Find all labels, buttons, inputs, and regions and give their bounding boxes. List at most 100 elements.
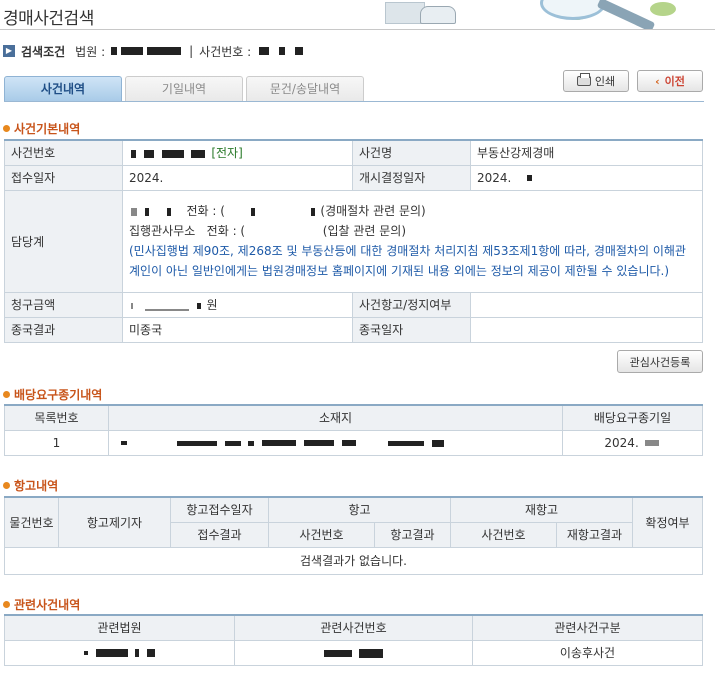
magnifier-icon	[540, 0, 606, 20]
redacted-court	[147, 649, 156, 657]
column-header: 확정여부	[632, 496, 703, 548]
tab-documents[interactable]: 문건/송달내역	[246, 76, 364, 101]
search-condition: ▶ 검색조건 법원 : | 사건번호 :	[3, 42, 305, 60]
manager-line2: 집행관사무소 전화 : ( (입찰 관련 문의)	[129, 221, 696, 241]
column-header: 배당요구종기일	[562, 404, 703, 431]
redacted-address	[304, 440, 335, 446]
manager-info: 전화 : ( (경매절차 관련 문의) 집행관사무소 전화 : ( (입찰 관련…	[122, 189, 703, 293]
redacted-manager	[166, 207, 171, 216]
receipt-date-value: 2024.	[122, 164, 353, 191]
column-header: 관련사건번호	[234, 614, 473, 641]
redacted-amount	[196, 302, 201, 309]
tab-underline	[4, 101, 704, 102]
search-condition-label: 검색조건	[21, 44, 66, 59]
section-title-text: 배당요구종기내역	[14, 388, 103, 402]
appeal-table: 물건번호 항고제기자 항고접수일자 항고 재항고 확정여부 접수결과 사건번호 …	[4, 496, 703, 575]
claim-header: 청구금액	[4, 291, 123, 318]
bailiff-phone-label: 집행관사무소 전화 : (	[129, 224, 246, 238]
appeal-stop-header: 사건항고/정지여부	[352, 291, 471, 318]
manager-header: 담당계	[4, 189, 123, 293]
bullet-icon	[3, 601, 10, 608]
list-no: 1	[4, 429, 109, 456]
result-date-header: 종국일자	[352, 316, 471, 343]
basic-info-table: 사건번호 [전자] 사건명 부동산강제경매 접수일자 2024. 개시결정일자 …	[4, 139, 703, 343]
tab-case-details[interactable]: 사건내역	[4, 76, 122, 101]
manager-notice: (민사집행법 제90조, 제268조 및 부동산등에 대한 경매절차 처리지침 …	[129, 244, 686, 278]
start-date-cell: 2024.	[470, 164, 703, 191]
redacted-address	[176, 440, 217, 446]
related-court-cell	[4, 639, 235, 666]
section-title-text: 관련사건내역	[14, 598, 81, 612]
column-header: 항고결과	[374, 521, 451, 548]
tab-schedule[interactable]: 기일내역	[125, 76, 243, 101]
redacted-date	[527, 175, 533, 181]
dividend-date-cell: 2024.	[562, 429, 703, 456]
dividend-date: 2024.	[604, 435, 639, 450]
section-title-text: 항고내역	[14, 479, 59, 493]
result-date-value	[470, 316, 703, 343]
column-header: 재항고결과	[556, 521, 633, 548]
column-header: 접수결과	[170, 521, 269, 548]
prev-button-label: 이전	[664, 75, 685, 88]
court-label: 법원 :	[75, 44, 106, 59]
section-title-appeal: 항고내역	[3, 477, 58, 494]
manager-line1: 전화 : ( (경매절차 관련 문의)	[129, 201, 696, 221]
column-header: 관련법원	[4, 614, 235, 641]
redacted-case-no	[295, 47, 304, 55]
magnifier-handle	[596, 0, 656, 29]
redacted-case-no	[131, 149, 136, 158]
condition-separator: |	[189, 44, 194, 58]
manager-note-2: (입찰 관련 문의)	[322, 224, 407, 238]
redacted-court	[83, 651, 88, 655]
bullet-icon	[3, 125, 10, 132]
redacted-court	[147, 47, 182, 55]
title-bar: 경매사건검색	[0, 0, 715, 30]
address-cell	[108, 429, 563, 456]
redacted-court	[135, 649, 140, 657]
redacted-phone	[250, 207, 255, 216]
dividend-table: 목록번호 소재지 배당요구종기일 1 2024.	[4, 404, 703, 456]
redacted-address	[248, 440, 255, 446]
empty-message: 검색결과가 없습니다.	[4, 546, 703, 575]
case-name-value: 부동산강제경매	[470, 139, 703, 166]
print-button[interactable]: 인쇄	[563, 70, 629, 92]
redacted-address	[121, 441, 127, 445]
start-date-value: 2024.	[477, 170, 512, 185]
appeal-stop-value	[470, 291, 703, 318]
table-row: 이송후사건	[4, 639, 703, 666]
section-title-dividend: 배당요구종기내역	[3, 386, 102, 403]
redacted-address	[431, 439, 444, 447]
start-date-header: 개시결정일자	[352, 164, 471, 191]
case-name-header: 사건명	[352, 139, 471, 166]
redacted-court	[121, 47, 144, 55]
case-no-header: 사건번호	[4, 139, 123, 166]
related-case-no-cell	[234, 639, 473, 666]
section-title-text: 사건기본내역	[14, 122, 81, 136]
register-interest-button[interactable]: 관심사건등록	[617, 350, 703, 373]
prev-button[interactable]: ‹ 이전	[637, 70, 703, 92]
column-header: 사건번호	[450, 521, 557, 548]
redacted-case-no	[143, 149, 154, 158]
case-no-value: [전자]	[122, 139, 353, 166]
bullet-icon	[3, 482, 10, 489]
case-electronic-tag: [전자]	[211, 146, 243, 161]
tab-bar: 사건내역 기일내역 문건/송달내역	[4, 76, 367, 101]
redacted-case-no	[279, 47, 286, 55]
table-row: 1 2024.	[4, 429, 703, 456]
claim-cell: 원	[122, 291, 353, 318]
redacted-phone	[310, 207, 315, 216]
house-icon	[385, 2, 425, 24]
redacted-address	[262, 440, 297, 446]
section-title-related: 관련사건내역	[3, 596, 80, 613]
redacted-case-no	[161, 149, 184, 158]
manager-phone-label: 전화 : (	[186, 204, 225, 218]
bullet-icon	[3, 391, 10, 398]
leaf-icon	[650, 2, 676, 16]
arrow-right-icon: ▶	[3, 45, 15, 57]
redacted-date	[644, 440, 659, 446]
column-header: 항고제기자	[58, 496, 171, 548]
chevron-left-icon: ‹	[655, 74, 660, 88]
column-header: 사건번호	[268, 521, 375, 548]
column-header: 재항고	[450, 496, 633, 523]
result-value: 미종국	[122, 316, 353, 343]
